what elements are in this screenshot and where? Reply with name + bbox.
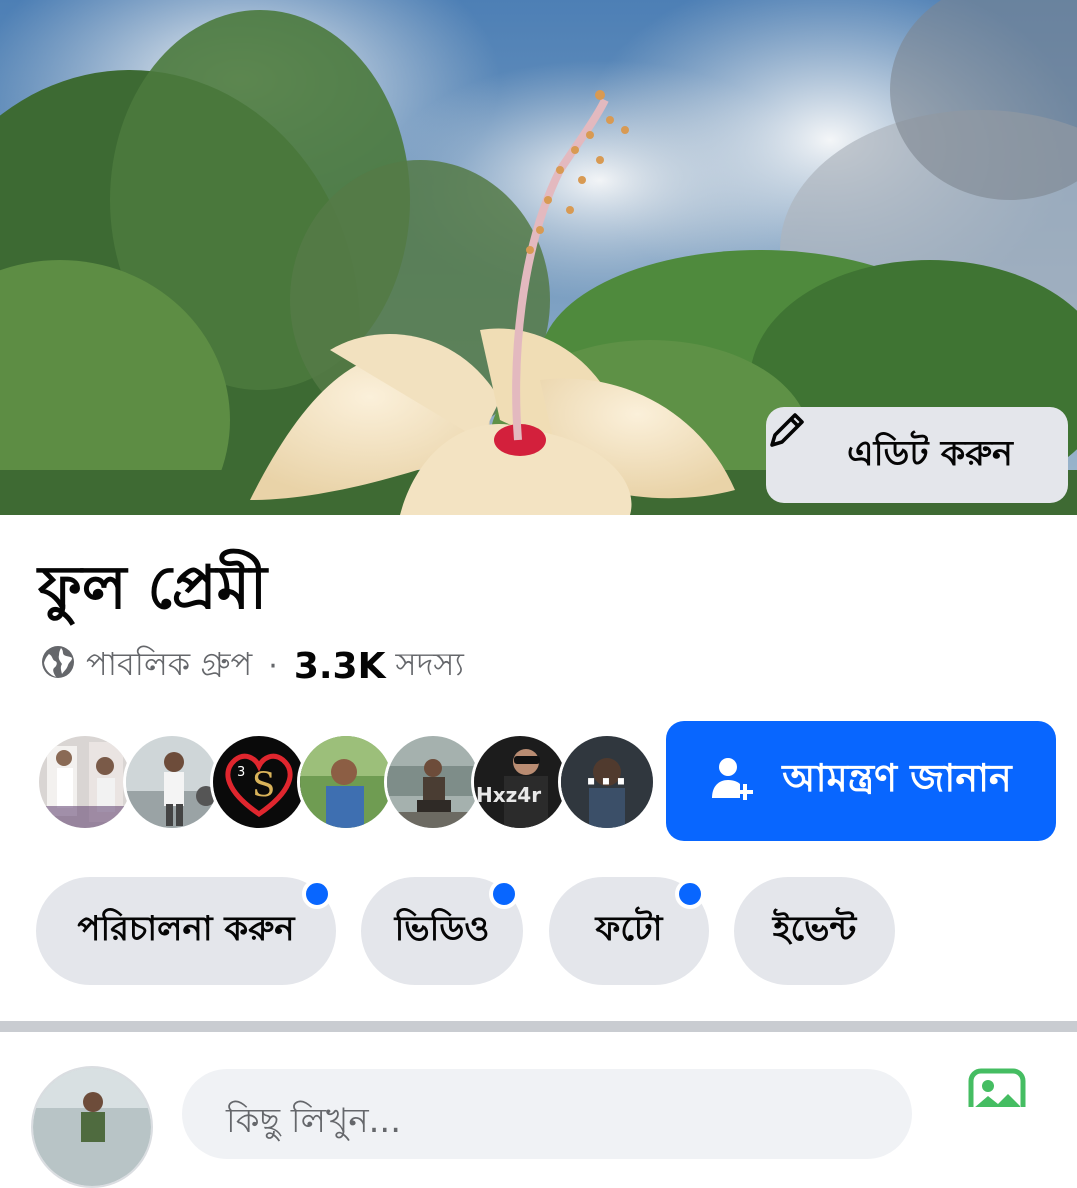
group-title[interactable]: ফুল প্রেমী: [38, 548, 267, 628]
member-avatar-more[interactable]: ···: [558, 733, 656, 831]
cover-photo[interactable]: এডিট করুন: [0, 0, 1077, 515]
notification-dot: [675, 879, 705, 909]
globe-icon: [40, 644, 76, 688]
member-avatar[interactable]: [123, 733, 221, 831]
svg-text:S: S: [252, 765, 275, 805]
member-count[interactable]: 3.3K: [294, 646, 386, 687]
group-meta: পাবলিক গ্রুপ · 3.3K সদস্য: [40, 640, 464, 692]
edit-cover-button[interactable]: এডিট করুন: [766, 407, 1068, 503]
notification-dot: [489, 879, 519, 909]
notification-dot: [302, 879, 332, 909]
chip-video[interactable]: ভিডিও: [361, 877, 523, 985]
composer-input[interactable]: কিছু লিখুন...: [182, 1069, 912, 1159]
photo-icon[interactable]: [968, 1068, 1026, 1126]
member-avatar[interactable]: [384, 733, 482, 831]
member-avatars[interactable]: S3 Hxz4r ···: [36, 733, 656, 831]
user-avatar[interactable]: [31, 1066, 153, 1188]
chip-photo-label: ফটো: [595, 908, 663, 949]
more-members-label: ···: [561, 736, 653, 828]
edit-cover-label: এডিট করুন: [847, 433, 1013, 474]
svg-text:Hxz4r: Hxz4r: [476, 783, 541, 807]
svg-text:3: 3: [237, 765, 245, 780]
invite-label: আমন্ত্রণ জানান: [782, 756, 1012, 800]
composer-placeholder: কিছু লিখুন...: [226, 1101, 402, 1141]
chip-photo[interactable]: ফটো: [549, 877, 709, 985]
privacy-label: পাবলিক গ্রুপ: [86, 645, 253, 683]
chip-video-label: ভিডিও: [394, 908, 490, 949]
chip-events-label: ইভেন্ট: [772, 908, 857, 949]
member-avatar[interactable]: S3: [210, 733, 308, 831]
meta-separator: ·: [268, 648, 278, 684]
member-avatar[interactable]: Hxz4r: [471, 733, 569, 831]
chip-manage-label: পরিচালনা করুন: [77, 908, 295, 949]
chip-events[interactable]: ইভেন্ট: [734, 877, 895, 985]
section-divider: [0, 1021, 1077, 1032]
chip-manage[interactable]: পরিচালনা করুন: [36, 877, 336, 985]
member-avatar[interactable]: [297, 733, 395, 831]
invite-button[interactable]: আমন্ত্রণ জানান: [666, 721, 1056, 841]
member-label[interactable]: সদস্য: [395, 639, 463, 693]
add-user-icon: [710, 756, 756, 806]
member-avatar[interactable]: [36, 733, 134, 831]
